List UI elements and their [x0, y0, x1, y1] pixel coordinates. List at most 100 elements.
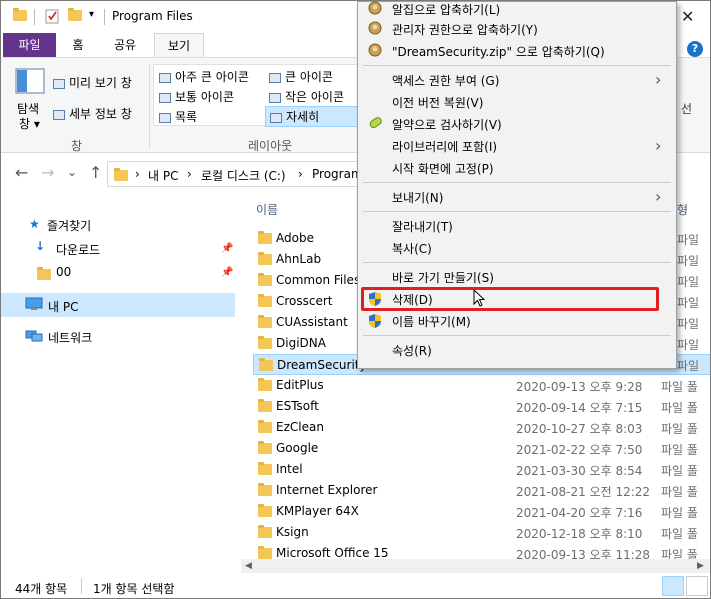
- new-folder-icon[interactable]: [68, 8, 82, 21]
- back-icon[interactable]: ←: [15, 163, 28, 182]
- nav-folder-00[interactable]: 00: [56, 265, 71, 279]
- up-icon[interactable]: ↑: [89, 163, 102, 182]
- breadcrumb-separator[interactable]: ›: [298, 167, 303, 181]
- file-row[interactable]: ESTsoft 2020-09-14 오후 7:15 파일 폴: [253, 396, 710, 417]
- recent-locations-icon[interactable]: ⌄: [67, 165, 77, 179]
- menu-item-include-library[interactable]: 라이브러리에 포함(I): [392, 138, 497, 155]
- file-row[interactable]: Google 2021-02-22 오후 7:50 파일 폴: [253, 438, 710, 459]
- file-name: Crosscert: [276, 294, 333, 308]
- file-name: Google: [276, 441, 319, 455]
- menu-item-create-shortcut[interactable]: 바로 가기 만들기(S): [392, 269, 494, 286]
- status-item-count: 44개 항목: [15, 582, 68, 596]
- menu-item-grant-access[interactable]: 액세스 권한 부여 (G): [392, 72, 499, 89]
- file-name: AhnLab: [276, 252, 322, 266]
- preview-pane-icon: [53, 78, 65, 89]
- file-name: ESTsoft: [276, 399, 319, 413]
- folder-icon: [258, 483, 272, 496]
- file-row[interactable]: KMPlayer 64X 2021-04-20 오후 7:16 파일 폴: [253, 501, 710, 522]
- tab-file[interactable]: 파일: [3, 33, 56, 57]
- divider: [104, 9, 105, 25]
- file-type: 파일 폴: [661, 401, 698, 415]
- file-row[interactable]: Internet Explorer 2021-08-21 오전 12:22 파일 폴: [253, 480, 710, 501]
- folder-icon: [258, 378, 272, 391]
- menu-item-alzip-compress[interactable]: 알집으로 압축하기(L): [392, 1, 500, 18]
- folder-icon: [258, 504, 272, 517]
- tab-share[interactable]: 공유: [105, 33, 145, 57]
- file-name: EditPlus: [276, 378, 324, 392]
- folder-icon: [258, 252, 272, 265]
- star-icon: ★: [29, 217, 40, 231]
- pin-icon[interactable]: 📌: [221, 267, 233, 278]
- status-selected: 1개 항목 선택함: [93, 582, 175, 596]
- nav-network[interactable]: 네트워크: [48, 329, 92, 346]
- large-icons-view-button[interactable]: [686, 576, 708, 596]
- forward-icon[interactable]: →: [41, 163, 54, 182]
- menu-item-rename[interactable]: 이름 바꾸기(M): [392, 313, 471, 330]
- pin-icon[interactable]: 📌: [221, 243, 233, 254]
- nav-downloads[interactable]: 다운로드: [56, 241, 100, 258]
- details-label: 자세히: [286, 110, 320, 124]
- properties-icon[interactable]: [45, 9, 59, 24]
- folder-icon: [258, 336, 272, 349]
- file-name: Adobe: [276, 231, 314, 245]
- breadcrumb-program-files[interactable]: Program: [312, 167, 363, 181]
- file-date: 2021-02-22 오후 7:50: [516, 443, 643, 457]
- small-icons-icon: [269, 92, 281, 103]
- menu-item-restore-previous[interactable]: 이전 버전 복원(V): [392, 94, 483, 111]
- navigation-pane-dropdown[interactable]: 창 ▾: [19, 115, 40, 132]
- menu-separator: [363, 262, 671, 263]
- submenu-arrow-icon: ›: [655, 70, 662, 89]
- layout-small-icons[interactable]: 작은 아이콘: [269, 88, 344, 105]
- menu-item-cut[interactable]: 잘라내기(T): [392, 218, 453, 235]
- folder-icon: [37, 267, 51, 280]
- menu-item-admin-compress[interactable]: 관리자 권한으로 압축하기(Y): [392, 21, 538, 38]
- layout-medium-icons[interactable]: 보통 아이콘: [159, 88, 234, 105]
- close-icon[interactable]: ✕: [681, 7, 694, 26]
- scroll-left-icon[interactable]: ◀: [245, 559, 252, 573]
- folder-icon: [258, 273, 272, 286]
- layout-details[interactable]: 자세히: [265, 106, 361, 127]
- explorer-window: ▾ Program Files ✕ 파일 홈 공유 보기 ? 탐색 창 ▾ 미리…: [0, 0, 711, 599]
- layout-extra-large-icons[interactable]: 아주 큰 아이콘: [159, 68, 249, 85]
- breadcrumb-this-pc[interactable]: 내 PC: [148, 167, 178, 184]
- scroll-right-icon[interactable]: ▶: [697, 559, 704, 573]
- file-type: 파일 폴: [661, 527, 698, 541]
- menu-item-alyac-scan[interactable]: 알약으로 검사하기(V): [392, 116, 502, 133]
- menu-item-copy[interactable]: 복사(C): [392, 240, 432, 257]
- file-row[interactable]: EzClean 2020-10-27 오후 8:03 파일 폴: [253, 417, 710, 438]
- type-cell-partial: 파일: [677, 359, 700, 373]
- file-date: 2020-09-13 오후 9:28: [516, 380, 643, 394]
- column-header-name[interactable]: 이름: [256, 201, 278, 218]
- preview-pane-button[interactable]: 미리 보기 창: [53, 74, 132, 91]
- file-row[interactable]: Intel 2021-03-30 오후 8:54 파일 폴: [253, 459, 710, 480]
- type-cell-partial: 파일: [677, 233, 700, 247]
- help-icon[interactable]: ?: [687, 41, 703, 57]
- layout-large-icons[interactable]: 큰 아이콘: [269, 68, 333, 85]
- nav-quick-access[interactable]: 즐겨찾기: [47, 217, 91, 234]
- menu-item-properties[interactable]: 속성(R): [392, 342, 432, 359]
- file-name: Ksign: [276, 525, 309, 539]
- horizontal-scrollbar[interactable]: ◀ ▶: [241, 559, 710, 573]
- alzip-icon: [368, 21, 382, 35]
- nav-this-pc[interactable]: 내 PC: [48, 298, 78, 315]
- details-view-button[interactable]: [662, 576, 684, 596]
- menu-item-zip-compress[interactable]: "DreamSecurity.zip" 으로 압축하기(Q): [392, 43, 605, 60]
- file-row[interactable]: EditPlus 2020-09-13 오후 9:28 파일 폴: [253, 375, 710, 396]
- computer-icon: [25, 297, 43, 310]
- layout-list[interactable]: 목록: [159, 108, 197, 125]
- file-name: EzClean: [276, 420, 324, 434]
- quick-access-dropdown-icon[interactable]: ▾: [89, 9, 94, 20]
- file-name: Common Files: [276, 273, 361, 287]
- column-header-partial[interactable]: 형: [677, 201, 688, 218]
- breadcrumb-separator[interactable]: ›: [135, 167, 140, 181]
- file-row[interactable]: Ksign 2020-12-18 오후 8:10 파일 폴: [253, 522, 710, 543]
- tab-home[interactable]: 홈: [63, 33, 93, 57]
- breadcrumb-local-disk[interactable]: 로컬 디스크 (C:): [201, 167, 286, 184]
- navigation-pane-icon[interactable]: [15, 68, 45, 94]
- menu-item-pin-start[interactable]: 시작 화면에 고정(P): [392, 160, 494, 177]
- list-label: 목록: [175, 110, 198, 124]
- menu-item-send-to[interactable]: 보내기(N): [392, 189, 443, 206]
- details-pane-button[interactable]: 세부 정보 창: [53, 105, 132, 122]
- tab-view[interactable]: 보기: [154, 33, 204, 57]
- breadcrumb-separator[interactable]: ›: [187, 167, 192, 181]
